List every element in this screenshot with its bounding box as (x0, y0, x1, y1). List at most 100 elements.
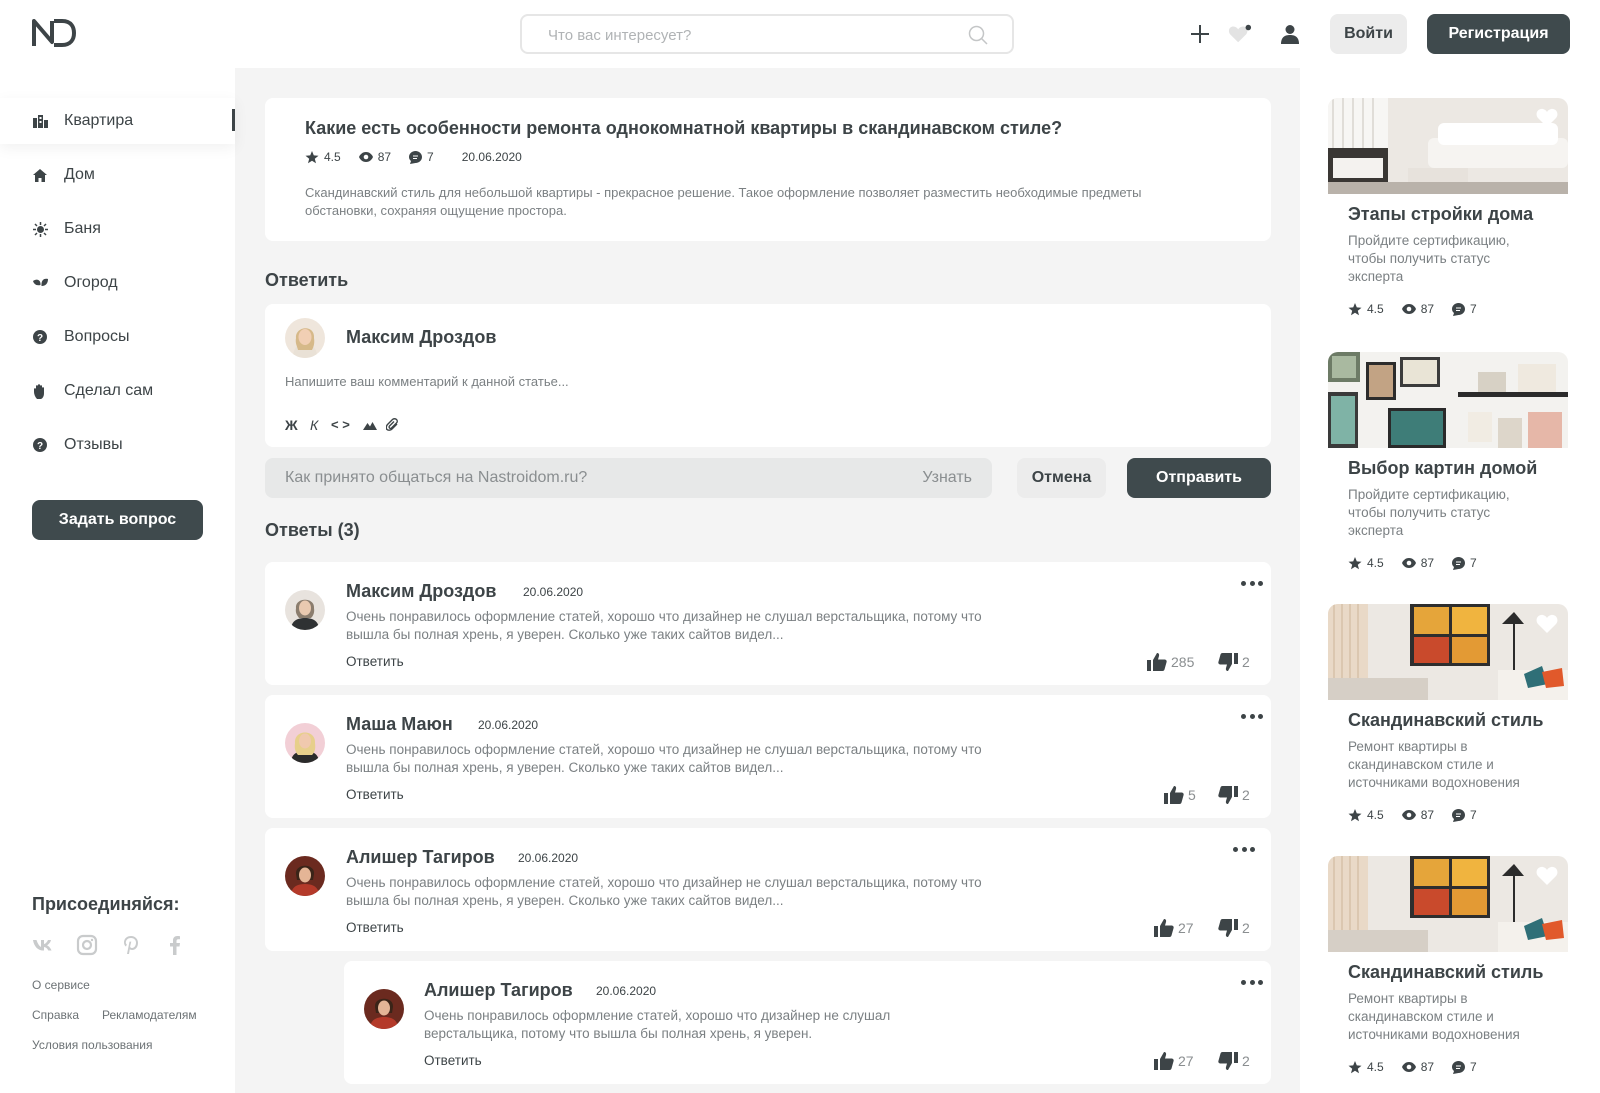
question-meta: 4.5 87 7 20.06.2020 (305, 150, 540, 164)
comments-value: 7 (1470, 1060, 1477, 1074)
related-card[interactable]: Этапы стройки дома Пройдите сертификацию… (1328, 98, 1568, 331)
community-rules-bar: Как принято общаться на Nastroidom.ru? У… (265, 458, 992, 498)
user-icon[interactable] (1278, 22, 1302, 46)
instagram-icon[interactable] (76, 934, 98, 956)
reply-link[interactable]: Ответить (346, 787, 404, 802)
related-image (1328, 856, 1568, 952)
dislike-button[interactable]: 2 (1218, 919, 1250, 937)
comments-value: 7 (427, 150, 434, 164)
related-description: Пройдите сертификацию, чтобы получить ст… (1348, 233, 1510, 284)
community-rules-text: Как принято общаться на Nastroidom.ru? (285, 469, 588, 486)
building-icon (32, 113, 48, 129)
eye-icon (1401, 810, 1416, 820)
reply-link[interactable]: Ответить (346, 654, 404, 669)
star-icon (1348, 1060, 1362, 1073)
heart-icon[interactable] (1536, 614, 1558, 633)
like-count: 27 (1178, 1053, 1194, 1069)
format-code-button[interactable]: < > (331, 417, 350, 432)
heart-icon[interactable] (1536, 866, 1558, 885)
star-icon (1348, 808, 1362, 821)
sidebar-item-label: Баня (64, 220, 101, 237)
footer-link-about[interactable]: О сервисе (32, 978, 90, 992)
rating: 4.5 (1348, 808, 1384, 822)
dislike-button[interactable]: 2 (1218, 653, 1250, 671)
related-card[interactable]: Скандинавский стиль Ремонт квартиры в ск… (1328, 604, 1568, 837)
question-title: Какие есть особенности ремонта однокомна… (305, 118, 1063, 138)
reply-form: Максим Дроздов Ж К < > (265, 304, 1271, 447)
sidebar-item-house[interactable]: Дом (0, 152, 235, 198)
insert-image-icon[interactable] (363, 420, 377, 430)
rating: 4.5 (1348, 556, 1384, 570)
like-button[interactable]: 5 (1164, 786, 1196, 804)
more-options-icon[interactable] (1241, 580, 1263, 586)
like-button[interactable]: 27 (1154, 919, 1194, 937)
avatar (285, 318, 325, 358)
comment-input[interactable] (285, 374, 885, 389)
more-options-icon[interactable] (1241, 979, 1263, 985)
search-icon[interactable] (968, 25, 988, 45)
svg-text:?: ? (37, 441, 43, 452)
format-bold-button[interactable]: Ж (285, 417, 298, 433)
footer-link-help[interactable]: Справка (32, 1008, 79, 1022)
answer-author: Алишер Тагиров (346, 847, 495, 867)
attach-icon[interactable] (386, 418, 399, 431)
submit-button[interactable]: Отправить (1127, 458, 1271, 498)
cancel-button[interactable]: Отмена (1017, 458, 1106, 498)
like-button[interactable]: 285 (1147, 653, 1194, 671)
question-date: 20.06.2020 (461, 150, 522, 164)
sidebar-item-apartment[interactable]: Квартира (0, 98, 235, 144)
more-options-icon[interactable] (1233, 846, 1255, 852)
thumbs-up-icon (1154, 919, 1174, 937)
dislike-button[interactable]: 2 (1218, 786, 1250, 804)
favorites-heart-icon[interactable] (1228, 22, 1252, 46)
related-meta: 4.5 87 7 (1348, 556, 1495, 570)
views-value: 87 (377, 150, 392, 164)
format-italic-button[interactable]: К (310, 417, 318, 433)
comment-icon (1452, 556, 1466, 570)
related-card[interactable]: Выбор картин домой Пройдите сертификацию… (1328, 352, 1568, 585)
comment-icon (1452, 808, 1466, 822)
sidebar-item-diy[interactable]: Сделал сам (0, 368, 235, 414)
related-description: Ремонт квартиры в скандинавском стиле и … (1348, 991, 1520, 1042)
comments: 7 (1452, 1060, 1477, 1074)
related-title: Скандинавский стиль (1348, 962, 1544, 982)
ask-question-button[interactable]: Задать вопрос (32, 500, 203, 540)
register-button[interactable]: Регистрация (1427, 14, 1570, 54)
sidebar-item-garden[interactable]: Огород (0, 260, 235, 306)
eye-icon (1401, 558, 1416, 568)
thumbs-up-icon (1164, 786, 1184, 804)
pinterest-icon[interactable] (120, 934, 142, 956)
comments-value: 7 (1470, 302, 1477, 316)
sidebar-item-sauna[interactable]: Баня (0, 206, 235, 252)
rating-value: 4.5 (1367, 556, 1384, 570)
facebook-icon[interactable] (164, 934, 186, 956)
star-icon (1348, 556, 1362, 569)
learn-more-link[interactable]: Узнать (922, 469, 972, 487)
footer-link-terms[interactable]: Условия пользования (32, 1038, 153, 1052)
answer-date: 20.06.2020 (523, 585, 584, 599)
question-card: Какие есть особенности ремонта однокомна… (265, 98, 1271, 241)
reply-link[interactable]: Ответить (346, 920, 404, 935)
vk-icon[interactable] (32, 934, 54, 956)
heart-icon[interactable] (1536, 108, 1558, 127)
comments: 7 (1452, 808, 1477, 822)
reply-link[interactable]: Ответить (424, 1053, 482, 1068)
sidebar-item-reviews[interactable]: ? Отзывы (0, 422, 235, 468)
site-logo[interactable] (32, 18, 76, 48)
like-button[interactable]: 27 (1154, 1052, 1194, 1070)
dislike-count: 2 (1242, 920, 1250, 936)
related-meta: 4.5 87 7 (1348, 1060, 1495, 1074)
hand-icon (32, 383, 48, 399)
dislike-button[interactable]: 2 (1218, 1052, 1250, 1070)
sidebar-item-questions[interactable]: ? Вопросы (0, 314, 235, 360)
add-icon[interactable] (1188, 22, 1212, 46)
views: 87 (1401, 556, 1434, 570)
search-input[interactable] (548, 24, 948, 46)
related-title: Выбор картин домой (1348, 458, 1538, 478)
dislike-count: 2 (1242, 654, 1250, 670)
related-card[interactable]: Скандинавский стиль Ремонт квартиры в ск… (1328, 856, 1568, 1089)
login-button[interactable]: Войти (1330, 14, 1407, 54)
more-options-icon[interactable] (1241, 713, 1263, 719)
footer-link-advertisers[interactable]: Рекламодателям (102, 1008, 197, 1022)
views: 87 (1401, 1060, 1434, 1074)
